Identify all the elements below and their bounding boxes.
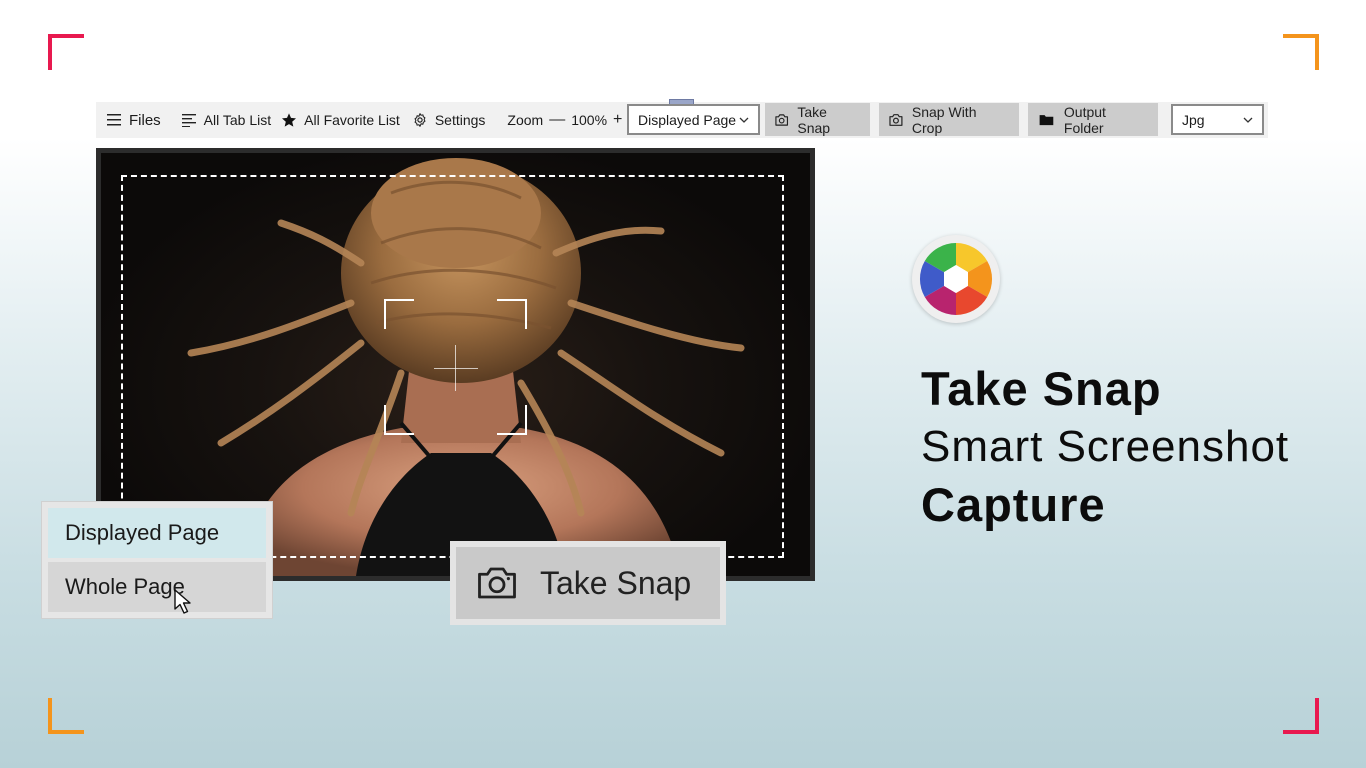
zoom-in-button[interactable]: + xyxy=(613,111,622,129)
corner-bracket-top-left xyxy=(48,34,84,70)
chevron-down-icon xyxy=(1243,117,1253,123)
list-icon xyxy=(181,114,196,127)
snap-with-crop-button[interactable]: Snap With Crop xyxy=(879,103,1019,136)
take-snap-big-label: Take Snap xyxy=(540,564,692,601)
take-snap-highlight: Take Snap xyxy=(450,541,726,625)
folder-icon xyxy=(1039,115,1054,126)
star-icon xyxy=(282,113,297,127)
snap-with-crop-label: Snap With Crop xyxy=(911,103,977,136)
capture-mode-dropdown: Displayed Page Whole Page xyxy=(41,501,273,619)
headline-line-2: Smart Screenshot xyxy=(921,422,1290,471)
settings-button[interactable]: Settings xyxy=(412,102,486,138)
chevron-down-icon xyxy=(739,117,749,123)
headline: Take Snap Smart Screenshot Capture xyxy=(921,360,1289,534)
all-favorite-list-label: All Favorite List xyxy=(304,112,400,128)
take-snap-label: Take Snap xyxy=(797,103,831,136)
corner-bracket-top-right xyxy=(1283,34,1319,70)
headline-line-3: Capture xyxy=(921,478,1106,531)
all-favorite-list-button[interactable]: All Favorite List xyxy=(281,102,400,138)
output-folder-button[interactable]: Output Folder xyxy=(1028,103,1158,136)
camera-icon xyxy=(775,113,789,126)
files-menu-button[interactable]: Files xyxy=(106,102,161,138)
mouse-cursor-icon xyxy=(174,589,191,614)
zoom-value: 100% xyxy=(571,112,608,128)
dropdown-option-whole-page[interactable]: Whole Page xyxy=(48,562,266,612)
zoom-label: Zoom xyxy=(507,112,544,128)
take-snap-button[interactable]: Take Snap xyxy=(765,103,870,136)
corner-bracket-bottom-left xyxy=(48,698,84,734)
corner-bracket-bottom-right xyxy=(1283,698,1319,734)
take-snap-big-button[interactable]: Take Snap xyxy=(456,547,720,619)
output-folder-label: Output Folder xyxy=(1063,103,1106,136)
capture-mode-value: Displayed Page xyxy=(638,111,737,128)
dropdown-option-displayed-page[interactable]: Displayed Page xyxy=(48,508,266,558)
capture-mode-select[interactable]: Displayed Page xyxy=(627,104,760,135)
hamburger-icon xyxy=(107,114,121,126)
zoom-control: Zoom — 100% + xyxy=(507,102,622,138)
files-label: Files xyxy=(129,111,161,129)
format-value: Jpg xyxy=(1182,111,1205,128)
aperture-icon xyxy=(919,243,993,315)
toolbar: Files All Tab List All Favorite List Set… xyxy=(96,99,1268,138)
settings-label: Settings xyxy=(434,112,486,128)
headline-line-1: Take Snap xyxy=(921,362,1162,415)
focus-crosshair xyxy=(384,299,527,435)
format-select[interactable]: Jpg xyxy=(1171,104,1264,135)
gear-icon xyxy=(414,113,426,127)
all-tab-list-button[interactable]: All Tab List xyxy=(181,102,271,138)
app-logo xyxy=(912,235,1000,323)
camera-icon xyxy=(889,113,903,126)
zoom-out-button[interactable]: — xyxy=(549,111,565,129)
all-tab-list-label: All Tab List xyxy=(203,112,272,128)
camera-icon xyxy=(478,567,516,599)
